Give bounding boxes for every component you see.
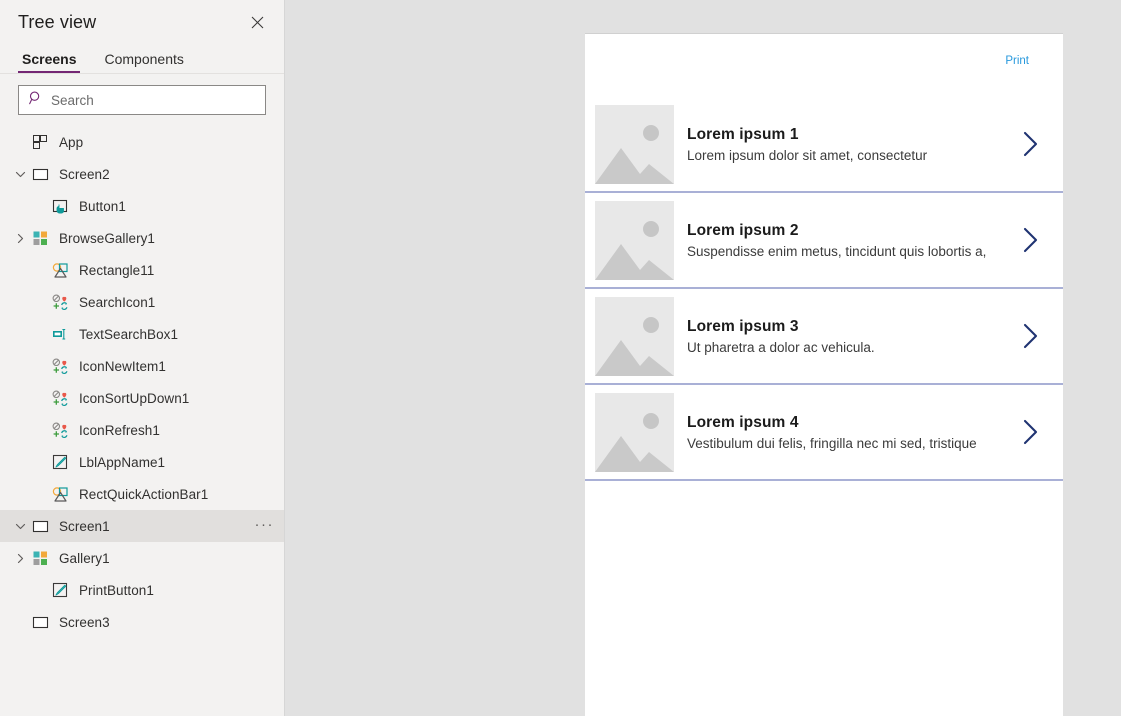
label-icon	[50, 580, 70, 600]
panel-tabs: Screens Components	[0, 44, 284, 74]
tree-item-label: TextSearchBox1	[79, 326, 179, 342]
tree-item-label: BrowseGallery1	[59, 230, 155, 246]
tree-item-label: Screen3	[59, 614, 110, 630]
tree-item-label: RectQuickActionBar1	[79, 486, 209, 502]
gallery-icon	[30, 228, 50, 248]
tree-item-lblappname1[interactable]: LblAppName1	[0, 446, 284, 478]
next-arrow-icon[interactable]	[1017, 227, 1043, 253]
gallery-item-subtitle: Ut pharetra a dolor ac vehicula.	[687, 339, 875, 355]
tree-item-rectquickactionbar1[interactable]: RectQuickActionBar1	[0, 478, 284, 510]
app-root: Tree view Screens Components Search App …	[0, 0, 1121, 716]
tab-screens[interactable]: Screens	[18, 51, 81, 73]
close-icon[interactable]	[244, 9, 270, 35]
app-screen-preview: Print Lorem ipsum 1 Lorem ipsum dolor sit…	[585, 33, 1063, 716]
chevron-down-icon[interactable]	[10, 169, 30, 180]
image-placeholder-icon	[595, 104, 674, 184]
chevron-down-icon[interactable]	[10, 521, 30, 532]
button-icon	[50, 196, 70, 216]
tree-item-rectangle11[interactable]: Rectangle11	[0, 254, 284, 286]
gallery-item[interactable]: Lorem ipsum 1 Lorem ipsum dolor sit amet,…	[585, 97, 1063, 193]
screen-icon	[30, 164, 50, 184]
tree-item-label: SearchIcon1	[79, 294, 156, 310]
tree-item-label: IconRefresh1	[79, 422, 160, 438]
gallery-empty-space	[585, 481, 1063, 701]
tab-components[interactable]: Components	[100, 51, 187, 73]
app-grid-icon	[30, 132, 50, 152]
gallery-item-text: Lorem ipsum 3 Ut pharetra a dolor ac vehi…	[674, 318, 1017, 355]
screen-header: Print	[585, 34, 1063, 97]
next-arrow-icon[interactable]	[1017, 323, 1043, 349]
tree-list[interactable]: App Screen2 Button1 BrowseGallery1 Rectangle…	[0, 124, 284, 716]
search-box[interactable]	[18, 85, 266, 115]
canvas-area: Print Lorem ipsum 1 Lorem ipsum dolor sit…	[285, 0, 1121, 716]
image-placeholder-icon	[595, 392, 674, 472]
tree-item-label: PrintButton1	[79, 582, 154, 598]
text-input-icon	[50, 324, 70, 344]
gallery-item-text: Lorem ipsum 2 Suspendisse enim metus, tin…	[674, 222, 1017, 259]
gallery-item[interactable]: Lorem ipsum 3 Ut pharetra a dolor ac vehi…	[585, 289, 1063, 385]
gallery-item[interactable]: Lorem ipsum 4 Vestibulum dui felis, fring…	[585, 385, 1063, 481]
tree-item-label: Rectangle11	[79, 262, 155, 278]
tree-item-label: Gallery1	[59, 550, 110, 566]
gallery-item-text: Lorem ipsum 1 Lorem ipsum dolor sit amet,…	[674, 126, 1017, 163]
gallery-item-subtitle: Lorem ipsum dolor sit amet, consectetur	[687, 147, 928, 163]
tree-item-label: LblAppName1	[79, 454, 166, 470]
screen-icon	[30, 612, 50, 632]
search-container	[0, 74, 284, 124]
tree-item-browsegallery1[interactable]: BrowseGallery1	[0, 222, 284, 254]
gallery-item-subtitle: Suspendisse enim metus, tincidunt quis l…	[687, 243, 987, 259]
tree-item-button1[interactable]: Button1	[0, 190, 284, 222]
tree-item-label: Screen2	[59, 166, 110, 182]
icons-group-icon	[50, 420, 70, 440]
icons-group-icon	[50, 388, 70, 408]
tree-item-label: App	[59, 134, 84, 150]
page-title: Tree view	[18, 11, 97, 32]
gallery-item-title: Lorem ipsum 1	[687, 125, 799, 143]
gallery-list: Lorem ipsum 1 Lorem ipsum dolor sit amet,…	[585, 97, 1063, 481]
panel-header: Tree view	[0, 0, 284, 44]
icons-group-icon	[50, 292, 70, 312]
chevron-right-icon[interactable]	[10, 553, 30, 564]
search-icon	[29, 91, 51, 110]
chevron-right-icon[interactable]	[10, 233, 30, 244]
tree-item-iconrefresh1[interactable]: IconRefresh1	[0, 414, 284, 446]
tree-item-gallery1[interactable]: Gallery1	[0, 542, 284, 574]
tree-item-textsearchbox1[interactable]: TextSearchBox1	[0, 318, 284, 350]
next-arrow-icon[interactable]	[1017, 131, 1043, 157]
tree-item-screen2[interactable]: Screen2	[0, 158, 284, 190]
tree-item-screen3[interactable]: Screen3	[0, 606, 284, 638]
gallery-item-title: Lorem ipsum 2	[687, 221, 799, 239]
gallery-item-subtitle: Vestibulum dui felis, fringilla nec mi s…	[687, 435, 977, 451]
print-button[interactable]: Print	[1005, 55, 1029, 67]
tree-item-app[interactable]: App	[0, 126, 284, 158]
tree-view-panel: Tree view Screens Components Search App …	[0, 0, 285, 716]
shapes-icon	[50, 484, 70, 504]
tree-item-label: IconSortUpDown1	[79, 390, 190, 406]
gallery-item-title: Lorem ipsum 4	[687, 413, 799, 431]
screen-icon	[30, 516, 50, 536]
tree-item-label: IconNewItem1	[79, 358, 166, 374]
gallery-item-title: Lorem ipsum 3	[687, 317, 799, 335]
tree-item-printbutton1[interactable]: PrintButton1	[0, 574, 284, 606]
gallery-icon	[30, 548, 50, 568]
tree-item-iconnewitem1[interactable]: IconNewItem1	[0, 350, 284, 382]
shapes-icon	[50, 260, 70, 280]
label-icon	[50, 452, 70, 472]
tree-item-iconsortupdown1[interactable]: IconSortUpDown1	[0, 382, 284, 414]
image-placeholder-icon	[595, 200, 674, 280]
image-placeholder-icon	[595, 296, 674, 376]
tree-item-label: Button1	[79, 198, 126, 214]
search-input[interactable]	[51, 92, 257, 108]
icons-group-icon	[50, 356, 70, 376]
gallery-item[interactable]: Lorem ipsum 2 Suspendisse enim metus, tin…	[585, 193, 1063, 289]
tree-item-more-menu-icon[interactable]: ···	[255, 517, 275, 536]
next-arrow-icon[interactable]	[1017, 419, 1043, 445]
tree-item-screen1[interactable]: Screen1 ···	[0, 510, 284, 542]
tree-item-searchicon1[interactable]: SearchIcon1	[0, 286, 284, 318]
tree-item-label: Screen1	[59, 518, 110, 534]
gallery-item-text: Lorem ipsum 4 Vestibulum dui felis, fring…	[674, 414, 1017, 451]
